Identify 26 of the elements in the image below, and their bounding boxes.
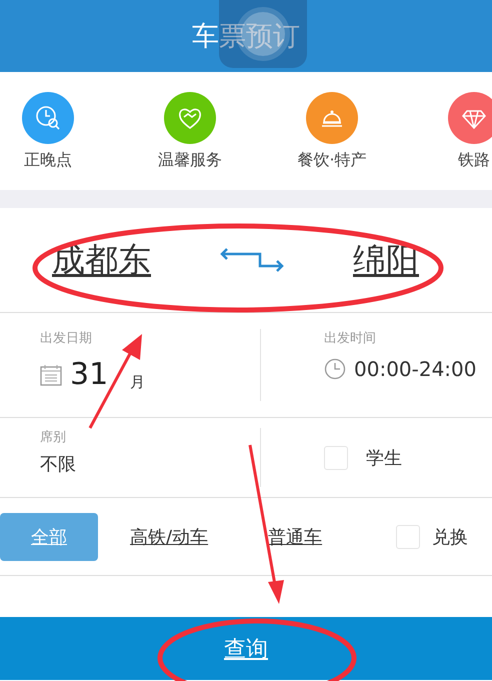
date-label: 出发日期 bbox=[40, 330, 93, 347]
calendar-icon bbox=[40, 364, 62, 386]
service-icon[interactable] bbox=[164, 92, 216, 144]
service-icon[interactable] bbox=[22, 92, 74, 144]
floating-home-button[interactable] bbox=[219, 0, 307, 68]
service-label[interactable]: 正晚点 bbox=[24, 150, 72, 171]
time-value[interactable]: 00:00-24:00 bbox=[354, 357, 476, 381]
service-label[interactable]: 餐饮·特产 bbox=[297, 150, 367, 171]
date-month[interactable]: 月 bbox=[130, 373, 146, 392]
service-label[interactable]: 温馨服务 bbox=[158, 150, 222, 171]
seat-label: 席别 bbox=[40, 429, 67, 446]
query-button[interactable]: 查询 bbox=[0, 617, 492, 680]
service-label[interactable]: 铁路 bbox=[458, 150, 490, 171]
seat-value[interactable]: 不限 bbox=[40, 452, 260, 476]
date-day[interactable]: 31 bbox=[70, 357, 108, 392]
departure-station[interactable]: 成都东 bbox=[52, 238, 151, 282]
student-checkbox[interactable] bbox=[324, 446, 348, 470]
exchange-checkbox[interactable] bbox=[396, 524, 420, 548]
time-label: 出发时间 bbox=[324, 330, 377, 347]
train-type-tab[interactable]: 高铁/动车 bbox=[130, 512, 208, 560]
service-icon[interactable] bbox=[306, 92, 358, 144]
clock-icon bbox=[324, 358, 346, 380]
train-type-tab[interactable]: 普通车 bbox=[268, 512, 322, 560]
student-label: 学生 bbox=[366, 446, 402, 470]
service-icon[interactable] bbox=[448, 92, 492, 144]
exchange-label: 兑换 bbox=[432, 526, 468, 548]
